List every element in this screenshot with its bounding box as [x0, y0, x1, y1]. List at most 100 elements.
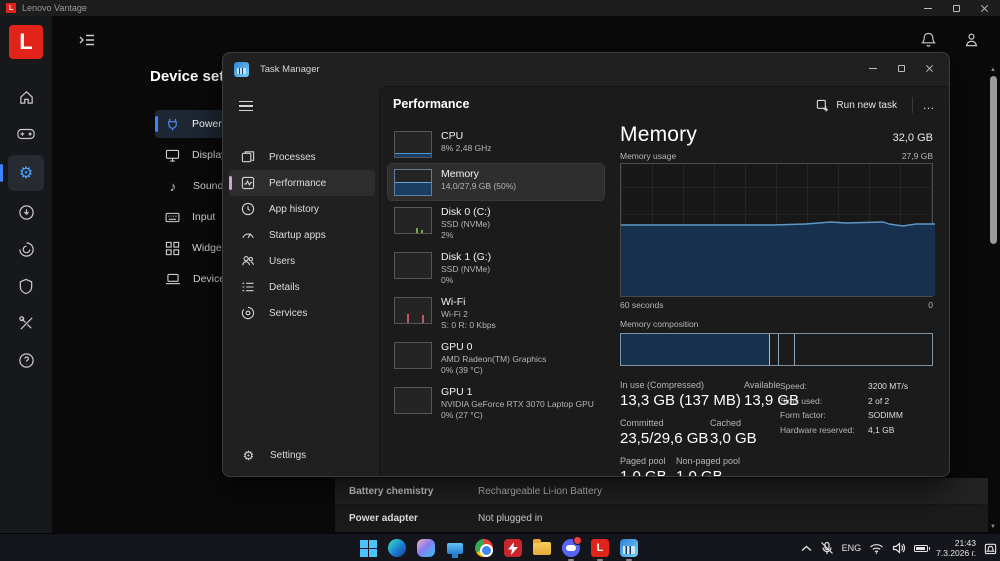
taskbar-lenovo-vantage[interactable]: L [590, 538, 610, 561]
detail-row-hardware-reserved: Hardware reserved: 4,1 GB [780, 425, 936, 435]
taskbar-discord[interactable] [561, 536, 582, 561]
tm-nav-settings[interactable]: ⚙ Settings [229, 442, 375, 468]
tm-nav-app-history[interactable]: App history [229, 196, 375, 222]
vantage-close-button[interactable] [970, 0, 998, 16]
sidebar-item-games[interactable] [8, 118, 44, 150]
sidebar-item-device-settings[interactable]: ⚙ [0, 155, 44, 191]
memory-detail-panel: Memory 32,0 GB Memory usage 27,9 GB 60 s… [620, 123, 936, 476]
perf-sub: S: 0 R: 0 Kbps [441, 320, 496, 331]
gear-icon: ⚙ [18, 164, 34, 182]
hamburger-icon [239, 98, 253, 114]
tray-overflow-chevron[interactable] [801, 545, 812, 552]
sidebar-item-updates[interactable] [8, 196, 44, 228]
taskbar-copilot[interactable] [416, 538, 436, 558]
laptop-icon [166, 273, 180, 285]
nav-label: Startup apps [269, 229, 326, 241]
tray-volume[interactable] [892, 542, 906, 554]
shield-icon [19, 278, 33, 294]
perf-item-wifi[interactable]: Wi-Fi Wi-Fi 2 S: 0 R: 0 Kbps [388, 292, 604, 335]
gamepad-icon [17, 128, 35, 140]
vantage-maximize-button[interactable] [942, 0, 970, 16]
memory-usage-label: Memory usage [620, 151, 677, 161]
tm-nav-startup-apps[interactable]: Startup apps [229, 222, 375, 248]
chevron-up-icon [801, 545, 812, 551]
sidebar-item-help[interactable] [8, 344, 44, 376]
tray-mic-muted[interactable] [820, 541, 834, 555]
tm-nav-users[interactable]: Users [229, 248, 375, 274]
detail-value: 4,1 GB [868, 424, 895, 435]
sidebar-item-power-settings[interactable] [8, 233, 44, 265]
details-list-icon [242, 282, 254, 292]
row-value: Not plugged in [478, 513, 543, 524]
perf-item-disk1[interactable]: Disk 1 (G:) SSD (NVMe) 0% [388, 247, 604, 290]
vantage-collapse-menu-button[interactable] [76, 30, 98, 50]
nav-label: Users [269, 255, 296, 267]
gpu1-mini-graph [394, 387, 432, 415]
scrollbar-down-arrow[interactable]: ▼ [990, 523, 996, 531]
display-icon [165, 149, 180, 162]
table-row-battery-chemistry: Battery chemistry Rechargeable Li-ion Ba… [335, 478, 988, 505]
start-button[interactable] [358, 538, 378, 558]
perf-sub: 14,0/27,9 GB (50%) [441, 181, 517, 191]
disk1-mini-graph [394, 252, 432, 280]
scrollbar-thumb[interactable] [989, 76, 997, 244]
memory-composition-bar[interactable] [620, 333, 933, 366]
taskbar-chrome[interactable] [474, 538, 494, 558]
sidebar-item-security[interactable] [8, 270, 44, 302]
tray-clock[interactable]: 21:43 7.3.2026 г. [936, 538, 976, 558]
tm-minimize-button[interactable] [859, 57, 887, 79]
collapse-menu-icon [79, 34, 94, 46]
tm-nav-services[interactable]: Services [229, 300, 375, 326]
performance-list: CPU 8% 2,48 GHz Memory 14,0/27,9 GB (50%… [387, 126, 605, 425]
more-options-button[interactable]: … [917, 94, 941, 116]
nav-label: Processes [269, 151, 316, 163]
tray-language[interactable]: ENG [842, 543, 862, 553]
stat-value: 13,3 GB (137 MB) [620, 392, 741, 409]
perf-item-cpu[interactable]: CPU 8% 2,48 GHz [388, 126, 604, 162]
tm-nav-toggle-button[interactable] [233, 94, 259, 118]
screen: L Lenovo Vantage L ⚙ Device settings Pow… [0, 0, 1000, 561]
perf-item-gpu0[interactable]: GPU 0 AMD Radeon(TM) Graphics 0% (39 °C) [388, 337, 604, 380]
folder-icon [533, 538, 551, 555]
music-note-icon: ♪ [169, 178, 177, 194]
memory-usage-graph [620, 163, 935, 297]
sidebar-item-hardware-scan[interactable] [8, 307, 44, 339]
taskbar-task-manager[interactable] [619, 538, 639, 561]
vantage-minimize-button[interactable] [914, 0, 942, 16]
task-manager-titlebar: Task Manager [223, 53, 949, 86]
notifications-bell-button[interactable] [920, 31, 937, 54]
taskbar-file-explorer[interactable] [532, 538, 552, 558]
tray-date: 7.3.2026 г. [936, 548, 976, 558]
account-button[interactable] [963, 31, 980, 54]
tray-battery-icon[interactable] [914, 544, 931, 552]
taskbar-this-pc[interactable] [445, 538, 465, 558]
tm-nav-performance[interactable]: Performance [229, 170, 375, 196]
notification-center-button[interactable] [984, 542, 997, 555]
taskbar-lightning-app[interactable] [503, 538, 523, 558]
tm-maximize-button[interactable] [887, 57, 915, 79]
tray-wifi[interactable] [869, 543, 884, 554]
perf-name: Wi-Fi [441, 296, 466, 309]
perf-item-memory[interactable]: Memory 14,0/27,9 GB (50%) [387, 163, 605, 201]
perf-item-gpu1[interactable]: GPU 1 NVIDIA GeForce RTX 3070 Laptop GPU… [388, 382, 604, 425]
taskbar-edge[interactable] [387, 538, 407, 558]
speedometer-icon [242, 233, 254, 239]
tm-nav-details[interactable]: Details [229, 274, 375, 300]
sidebar-item-home[interactable] [8, 81, 44, 113]
perf-item-disk0[interactable]: Disk 0 (C:) SSD (NVMe) 2% [388, 202, 604, 245]
timeline-right-label: 0 [928, 300, 933, 310]
perf-sub: 0% (27 °C) [441, 410, 483, 421]
wifi-icon [870, 543, 884, 554]
scrollbar-up-arrow[interactable]: ▲ [990, 66, 996, 74]
tm-close-button[interactable] [915, 57, 943, 79]
vantage-scrollbar[interactable]: ▲ ▼ [988, 66, 998, 531]
run-new-task-button[interactable]: Run new task [808, 94, 905, 116]
stat-value: 3,0 GB [710, 430, 757, 447]
tm-nav-processes[interactable]: Processes [229, 144, 375, 170]
perf-sub: 8% 2,48 GHz [441, 143, 492, 153]
detail-value: 2 of 2 [868, 395, 890, 406]
memory-title: Memory [620, 123, 698, 146]
task-manager-window: Task Manager Processes Performance App h… [222, 52, 950, 477]
vantage-sidebar: L ⚙ [0, 16, 52, 533]
update-icon [18, 204, 34, 220]
